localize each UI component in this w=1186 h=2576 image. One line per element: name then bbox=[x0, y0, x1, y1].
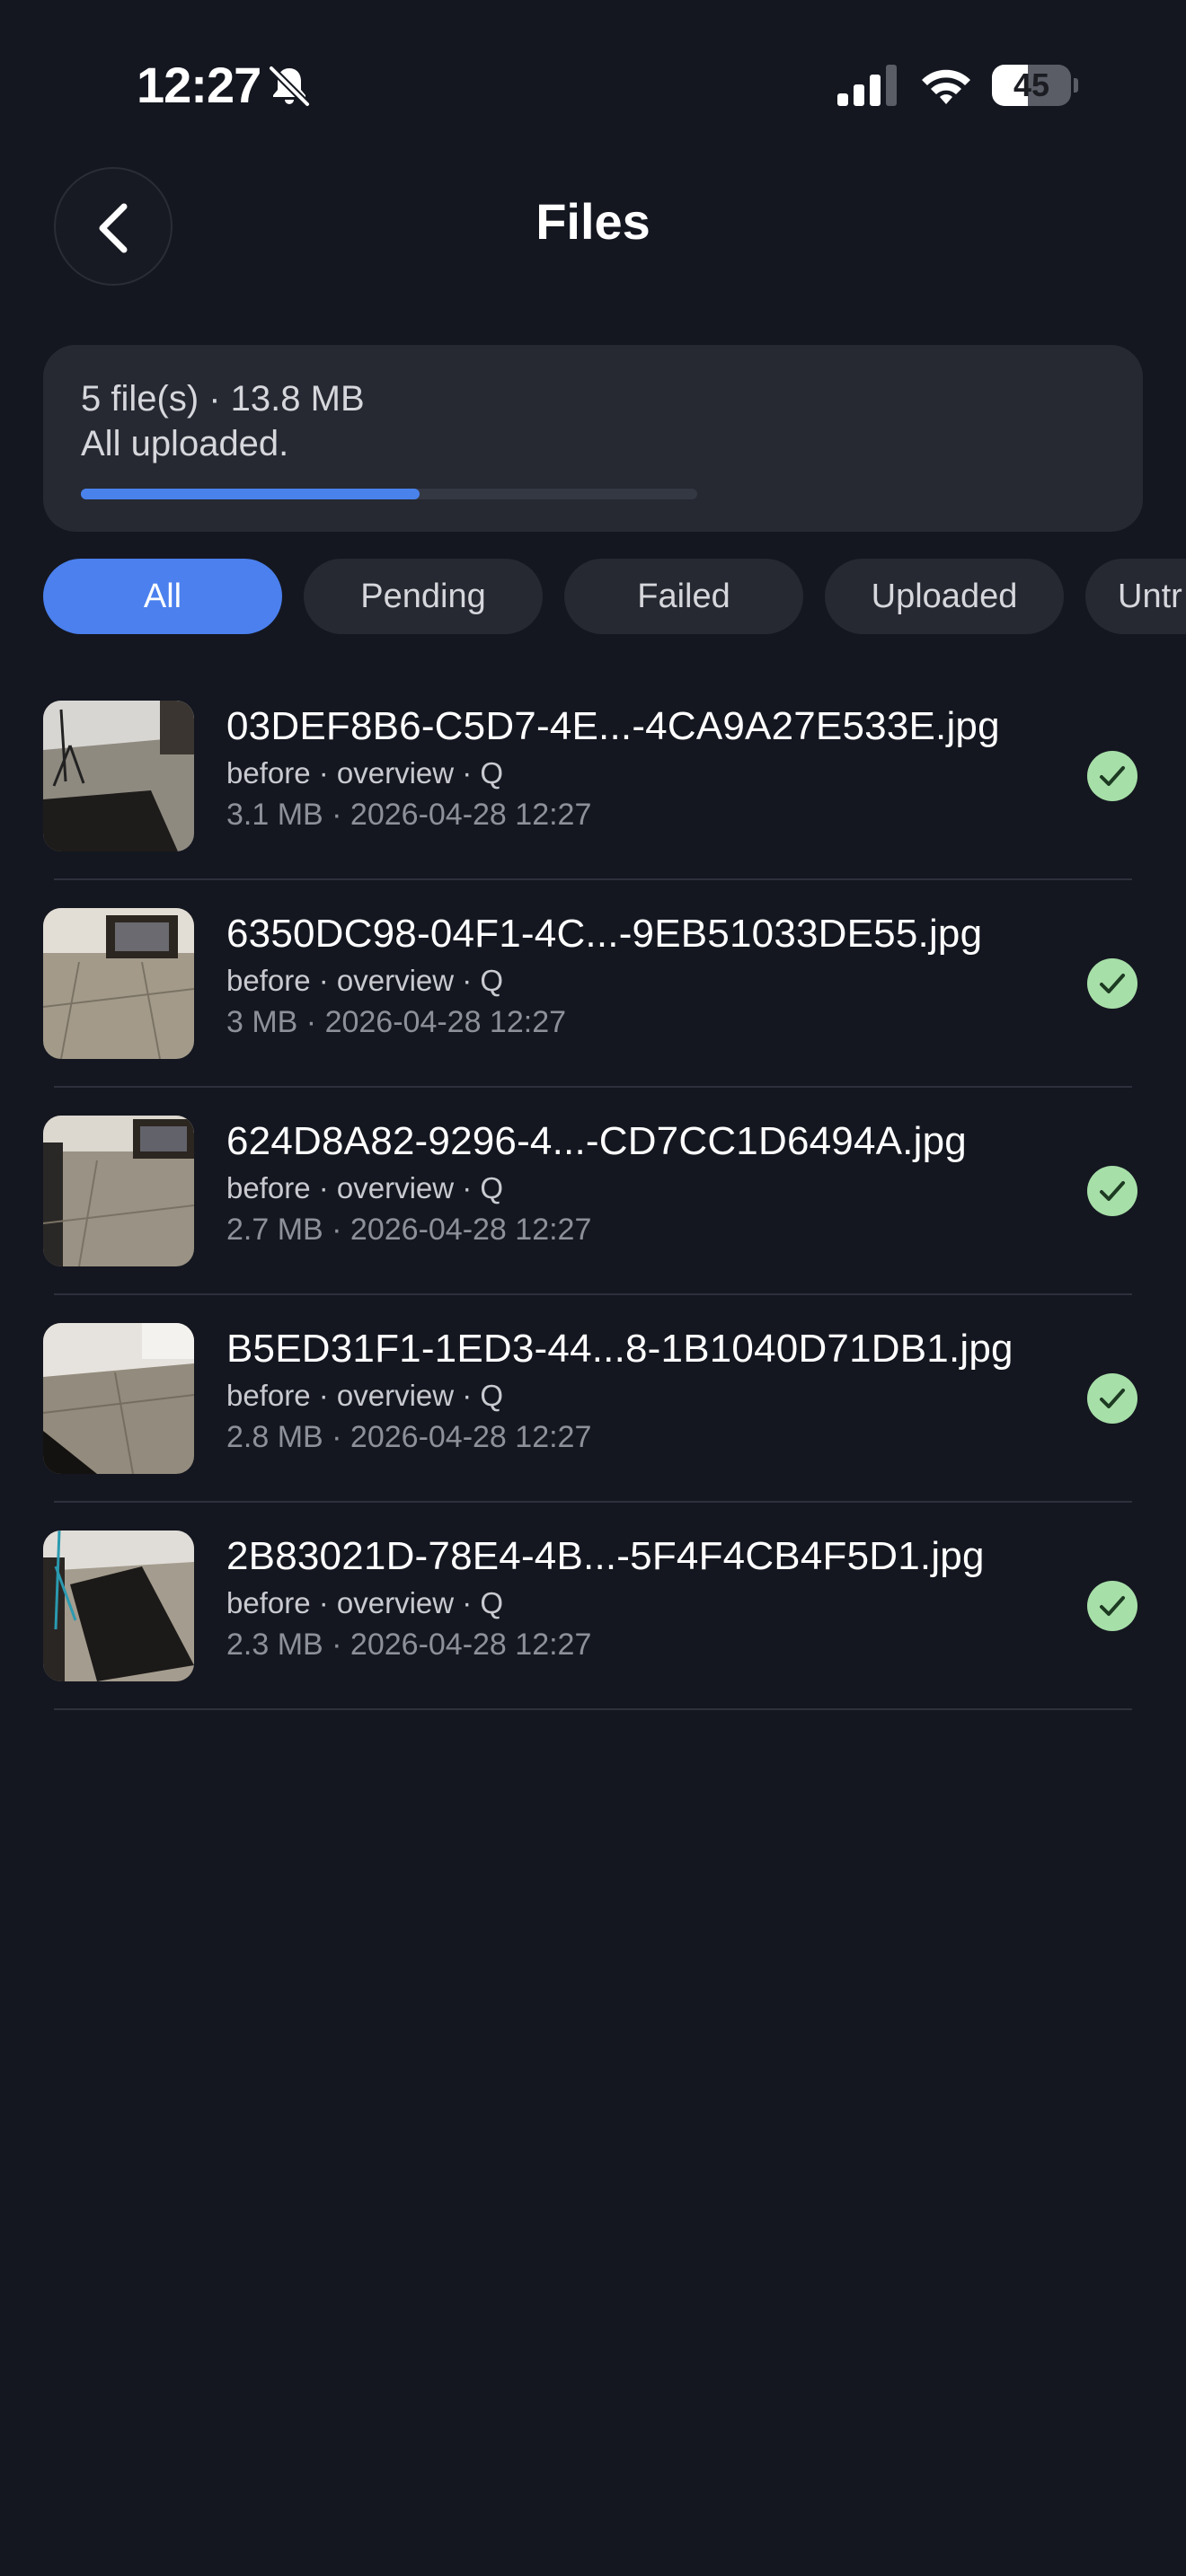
file-thumbnail bbox=[43, 701, 194, 851]
file-tags: before · overview · Q bbox=[226, 1379, 504, 1412]
file-thumbnail bbox=[43, 908, 194, 1059]
filter-chip-failed[interactable]: Failed bbox=[564, 559, 803, 634]
filter-chip-uploaded[interactable]: Uploaded bbox=[825, 559, 1064, 634]
check-circle-icon bbox=[1087, 958, 1137, 1009]
file-name: 2B83021D-78E4-4B...-5F4F4CB4F5D1.jpg bbox=[226, 1534, 985, 1578]
file-thumbnail bbox=[43, 1323, 194, 1474]
file-size-date: 3.1 MB · 2026-04-28 12:27 bbox=[226, 798, 592, 832]
upload-progress-fill bbox=[81, 489, 420, 499]
file-thumbnail bbox=[43, 1116, 194, 1266]
page-title: Files bbox=[535, 193, 651, 250]
files-screen: 12:27 45 Files 5 file(s) · 13.8 MB All u… bbox=[0, 0, 1186, 2576]
row-divider bbox=[54, 878, 1132, 880]
file-size-date: 2.8 MB · 2026-04-28 12:27 bbox=[226, 1420, 592, 1454]
filter-chip-untracked[interactable]: Untr bbox=[1085, 559, 1186, 634]
file-name: 6350DC98-04F1-4C...-9EB51033DE55.jpg bbox=[226, 912, 983, 956]
row-divider bbox=[54, 1086, 1132, 1088]
row-divider bbox=[54, 1293, 1132, 1295]
file-count-size: 5 file(s) · 13.8 MB bbox=[81, 379, 365, 419]
battery-level: 45 bbox=[1013, 66, 1050, 103]
filter-chips: All Pending Failed Uploaded Untr bbox=[43, 559, 1186, 634]
file-tags: before · overview · Q bbox=[226, 756, 504, 790]
file-name: 03DEF8B6-C5D7-4E...-4CA9A27E533E.jpg bbox=[226, 704, 1000, 748]
status-bar: 12:27 45 bbox=[0, 0, 1186, 171]
check-circle-icon bbox=[1087, 1581, 1137, 1631]
file-row[interactable]: 624D8A82-9296-4...-CD7CC1D6494A.jpg befo… bbox=[0, 1116, 1186, 1323]
upload-status-text: All uploaded. bbox=[81, 424, 289, 463]
file-row[interactable]: 6350DC98-04F1-4C...-9EB51033DE55.jpg bef… bbox=[0, 908, 1186, 1116]
file-name: B5ED31F1-1ED3-44...8-1B1040D71DB1.jpg bbox=[226, 1327, 1013, 1371]
upload-progress-bar bbox=[81, 489, 697, 499]
row-divider bbox=[54, 1501, 1132, 1503]
row-divider bbox=[54, 1708, 1132, 1710]
file-tags: before · overview · Q bbox=[226, 964, 504, 997]
file-size-date: 2.7 MB · 2026-04-28 12:27 bbox=[226, 1213, 592, 1247]
file-size-date: 3 MB · 2026-04-28 12:27 bbox=[226, 1005, 567, 1039]
file-thumbnail bbox=[43, 1531, 194, 1681]
file-name: 624D8A82-9296-4...-CD7CC1D6494A.jpg bbox=[226, 1119, 967, 1163]
wifi-icon bbox=[922, 69, 970, 104]
bell-slash-icon bbox=[269, 66, 310, 107]
check-circle-icon bbox=[1087, 1373, 1137, 1424]
upload-summary-card: 5 file(s) · 13.8 MB All uploaded. bbox=[43, 345, 1143, 532]
check-circle-icon bbox=[1087, 751, 1137, 801]
file-tags: before · overview · Q bbox=[226, 1586, 504, 1619]
filter-chip-pending[interactable]: Pending bbox=[304, 559, 543, 634]
check-circle-icon bbox=[1087, 1166, 1137, 1216]
status-time: 12:27 bbox=[137, 57, 261, 113]
file-row[interactable]: B5ED31F1-1ED3-44...8-1B1040D71DB1.jpg be… bbox=[0, 1323, 1186, 1531]
battery-icon: 45 bbox=[992, 65, 1078, 106]
filter-chip-all[interactable]: All bbox=[43, 559, 282, 634]
cellular-signal-icon bbox=[837, 65, 897, 106]
file-row[interactable]: 2B83021D-78E4-4B...-5F4F4CB4F5D1.jpg bef… bbox=[0, 1531, 1186, 1738]
file-size-date: 2.3 MB · 2026-04-28 12:27 bbox=[226, 1628, 592, 1662]
file-tags: before · overview · Q bbox=[226, 1171, 504, 1204]
file-row[interactable]: 03DEF8B6-C5D7-4E...-4CA9A27E533E.jpg bef… bbox=[0, 701, 1186, 908]
